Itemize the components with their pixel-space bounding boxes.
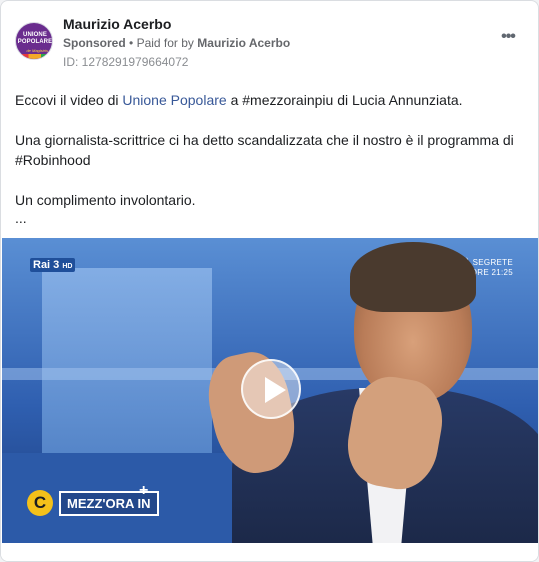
page-avatar[interactable]: UNIONE POPOLARE de Magistris: [15, 22, 53, 60]
play-icon: [265, 377, 286, 403]
paragraph-1-suffix: a #mezzorainpiu di Lucia Annunziata.: [230, 92, 463, 108]
show-title-plus: +: [139, 482, 149, 499]
paid-for-name[interactable]: Maurizio Acerbo: [197, 36, 290, 50]
avatar-logo-text: UNIONE POPOLARE: [17, 32, 53, 45]
ad-post-card: UNIONE POPOLARE de Magistris Maurizio Ace…: [0, 0, 539, 562]
sponsored-label: Sponsored: [63, 36, 126, 50]
post-body-text: Eccovi il video di Unione Popolare a #me…: [15, 90, 524, 210]
see-more-ellipsis[interactable]: ...: [15, 210, 27, 226]
paid-for-prefix: Paid for by: [136, 36, 194, 50]
unione-popolare-link[interactable]: Unione Popolare: [122, 92, 226, 108]
speaker-hair: [350, 242, 476, 312]
more-horizontal-icon: •••: [501, 28, 516, 45]
post-paragraph-1: Eccovi il video di Unione Popolare a #me…: [15, 90, 524, 110]
rai3-channel-logo: Rai 3 HD: [30, 258, 76, 272]
more-options-button[interactable]: •••: [496, 28, 520, 47]
post-header: UNIONE POPOLARE de Magistris Maurizio Ace…: [15, 15, 524, 71]
separator: •: [129, 36, 134, 50]
sponsor-line: Sponsored • Paid for by Maurizio Acerbo: [63, 36, 290, 50]
show-logo-mark: C: [27, 490, 53, 516]
avatar-logo-sub: de Magistris: [26, 48, 48, 53]
video-player[interactable]: Rai 3 HD CITTÀ SEGRETE QUESTA SERA ORE 2…: [2, 238, 538, 543]
avatar-stripe: [16, 54, 52, 59]
page-name-link[interactable]: Maurizio Acerbo: [63, 16, 171, 32]
ad-id: ID: 1278291979664072: [63, 55, 189, 69]
post-footer: [1, 543, 538, 561]
post-paragraph-3: Un complimento involontario.: [15, 192, 196, 208]
play-button[interactable]: [241, 359, 301, 419]
post-paragraph-2: Una giornalista-scrittrice ci ha detto s…: [15, 132, 514, 168]
paragraph-1-prefix: Eccovi il video di: [15, 92, 119, 108]
